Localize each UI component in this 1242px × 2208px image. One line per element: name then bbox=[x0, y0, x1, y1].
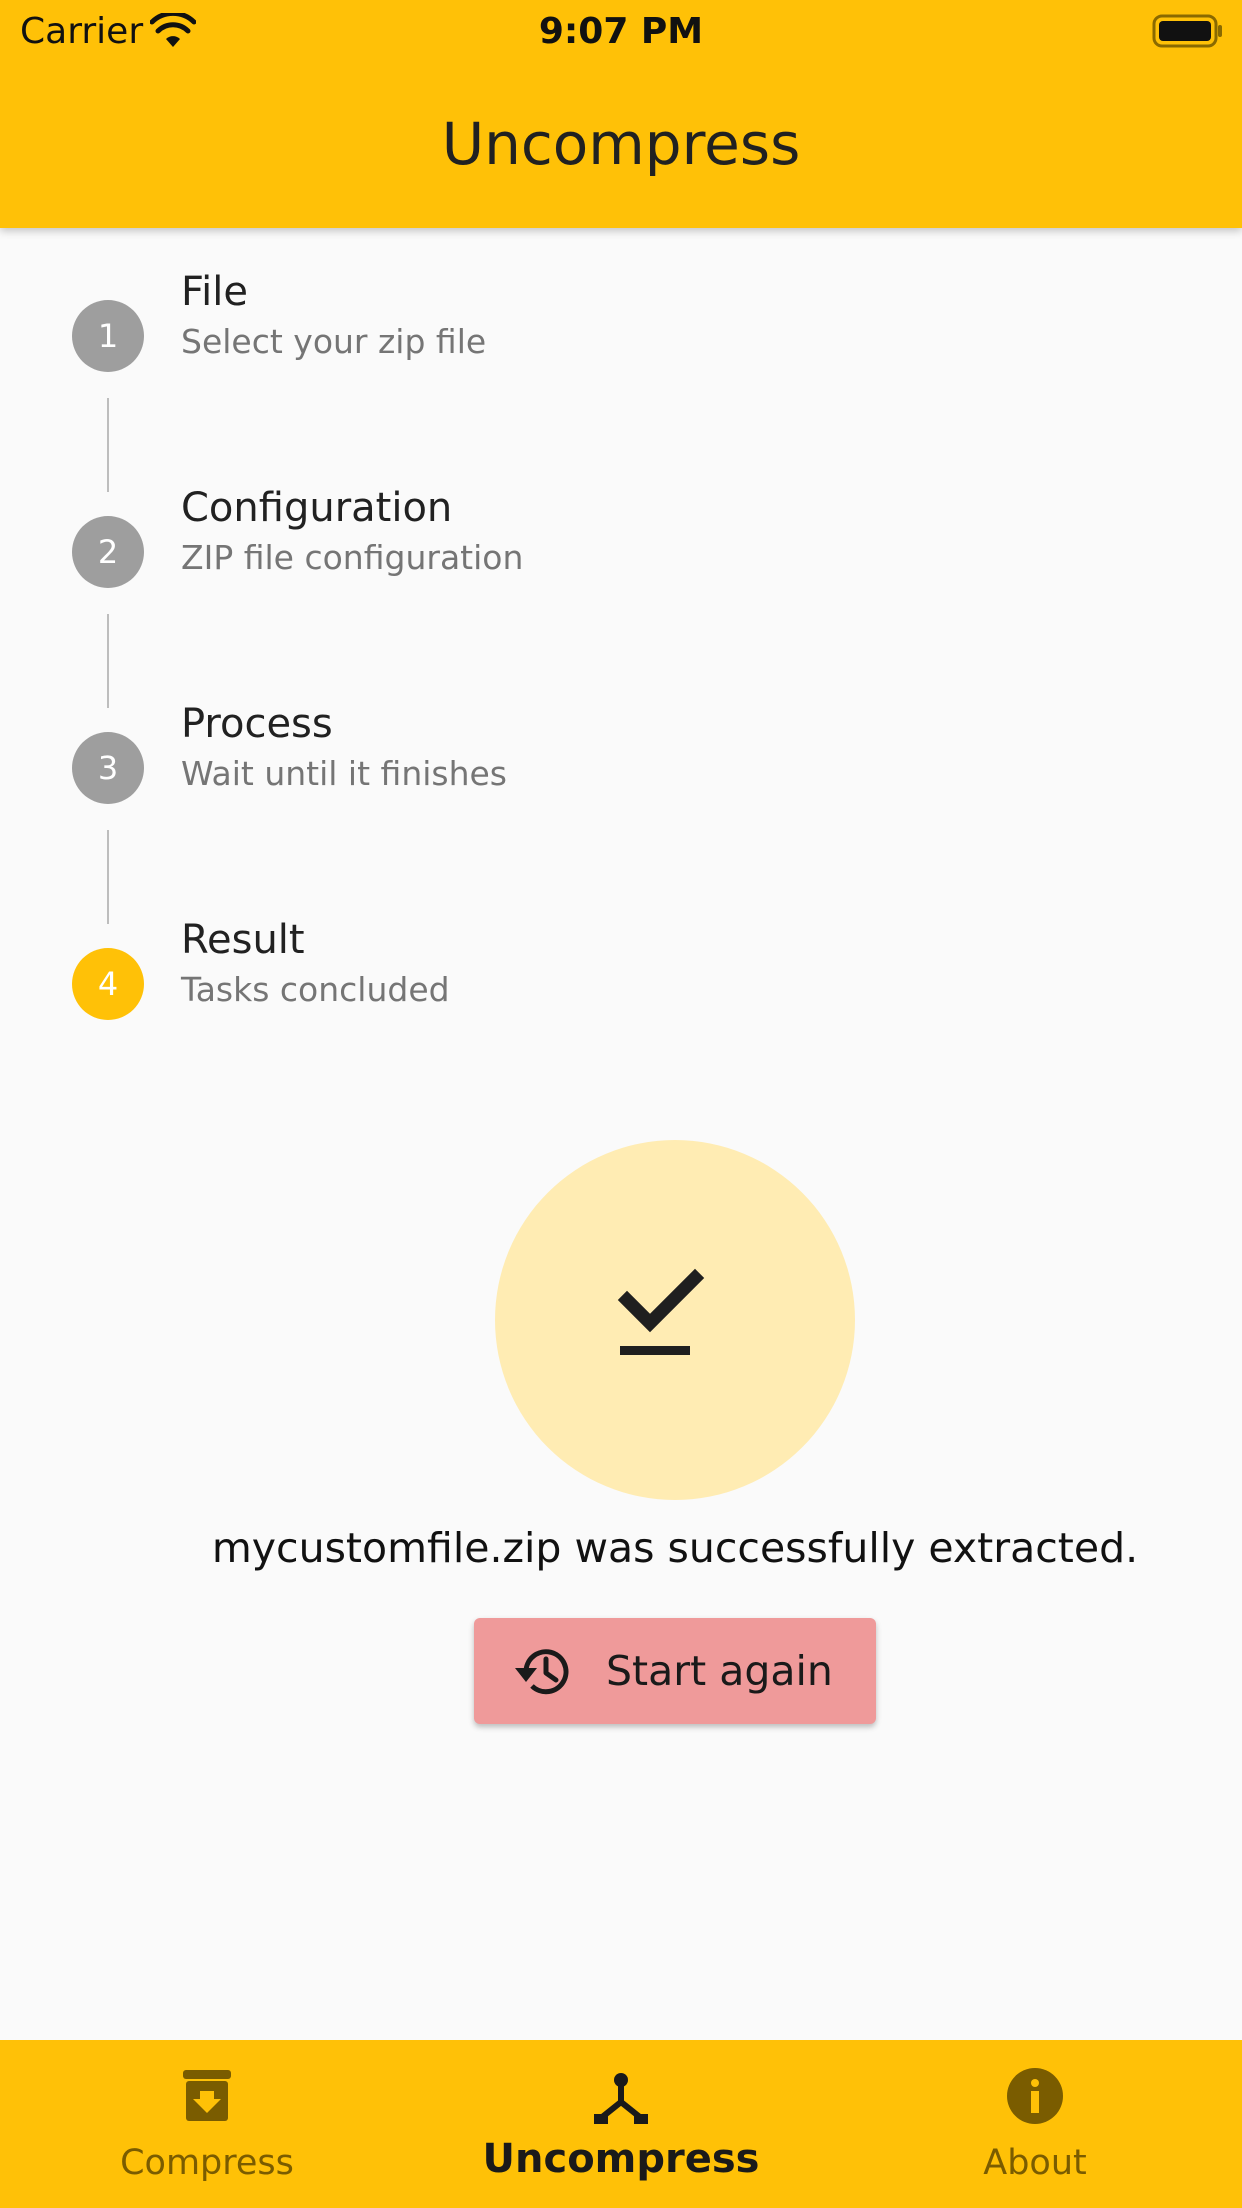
nav-label: About bbox=[983, 2143, 1087, 2183]
app-title: Uncompress bbox=[441, 110, 801, 178]
battery-icon bbox=[1152, 14, 1222, 48]
nav-uncompress[interactable]: Uncompress bbox=[414, 2040, 828, 2208]
step-title: Result bbox=[181, 917, 305, 963]
step-title: File bbox=[181, 269, 248, 315]
step-number-circle: 4 bbox=[72, 948, 144, 1020]
bottom-navigation: Compress Uncompress About bbox=[0, 2040, 1242, 2208]
start-again-button[interactable]: Start again bbox=[474, 1618, 876, 1724]
step-connector bbox=[107, 398, 109, 492]
step-subtitle: Tasks concluded bbox=[181, 970, 450, 1009]
step-process[interactable]: 3 Process Wait until it finishes bbox=[0, 701, 1242, 852]
nav-label: Compress bbox=[120, 2143, 294, 2183]
nav-compress[interactable]: Compress bbox=[0, 2040, 414, 2208]
archive-icon bbox=[183, 2070, 231, 2121]
step-title: Process bbox=[181, 701, 333, 747]
step-subtitle: Wait until it finishes bbox=[181, 754, 508, 793]
step-connector bbox=[107, 830, 109, 924]
app-header: Carrier 9:07 PM Uncompress bbox=[0, 0, 1242, 228]
unarchive-icon bbox=[594, 2073, 648, 2124]
nav-about[interactable]: About bbox=[828, 2040, 1242, 2208]
step-configuration[interactable]: 2 Configuration ZIP file configuration bbox=[0, 485, 1242, 636]
result-message: mycustomfile.zip was successfully extrac… bbox=[211, 1524, 1139, 1572]
nav-label: Uncompress bbox=[482, 2136, 760, 2182]
step-connector bbox=[107, 614, 109, 708]
step-number-circle: 1 bbox=[72, 300, 144, 372]
done-icon bbox=[617, 1268, 705, 1355]
result-status-circle bbox=[495, 1140, 855, 1500]
start-again-label: Start again bbox=[606, 1647, 833, 1695]
step-subtitle: Select your zip file bbox=[181, 322, 487, 361]
step-number-circle: 3 bbox=[72, 732, 144, 804]
step-title: Configuration bbox=[181, 485, 453, 531]
info-icon bbox=[1007, 2068, 1063, 2124]
status-time: 9:07 PM bbox=[538, 11, 704, 52]
step-number-circle: 2 bbox=[72, 516, 144, 588]
step-file[interactable]: 1 File Select your zip file bbox=[0, 269, 1242, 420]
step-subtitle: ZIP file configuration bbox=[181, 538, 524, 577]
history-icon bbox=[515, 1649, 569, 1695]
step-result[interactable]: 4 Result Tasks concluded bbox=[0, 917, 1242, 1068]
